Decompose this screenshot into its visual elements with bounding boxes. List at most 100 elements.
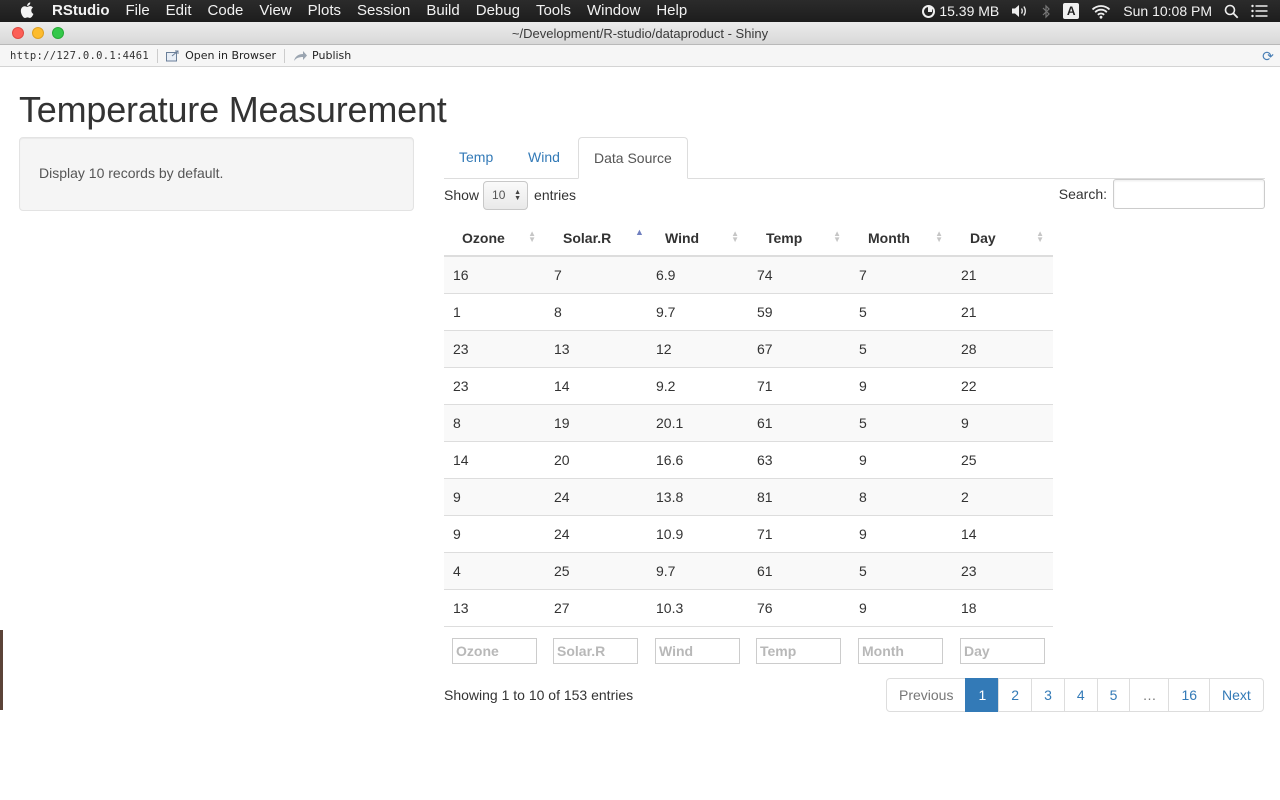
table-cell: 19 [545, 403, 647, 441]
column-header-solar-r[interactable]: Solar.R ▲ [545, 220, 647, 257]
table-row[interactable]: 1 8 9.7 59 5 21 [444, 292, 1053, 330]
menu-edit[interactable]: Edit [158, 0, 200, 22]
table-cell: 9.7 [647, 292, 748, 330]
filter-cell [647, 625, 748, 666]
pagination-page-1[interactable]: 1 [965, 678, 1000, 712]
open-in-browser-button[interactable]: Open in Browser [166, 49, 276, 62]
column-header-ozone[interactable]: Ozone ▲ ▼ [444, 220, 545, 257]
data-table: Ozone ▲ ▼ Solar.R ▲ Wind ▲ ▼ Temp ▲ ▼ Month ▲ ▼ D… [444, 220, 1053, 666]
filter-input-day[interactable] [960, 638, 1045, 664]
pagination-page-5[interactable]: 5 [1096, 678, 1131, 712]
pagination-page-4[interactable]: 4 [1063, 678, 1098, 712]
table-row[interactable]: 4 25 9.7 61 5 23 [444, 551, 1053, 589]
column-header-day[interactable]: Day ▲ ▼ [952, 220, 1053, 257]
menu-plots[interactable]: Plots [300, 0, 349, 22]
table-cell: 5 [850, 329, 952, 367]
pagination-next-button[interactable]: Next [1209, 678, 1264, 712]
menu-code[interactable]: Code [200, 0, 252, 22]
menu-build[interactable]: Build [418, 0, 467, 22]
column-header-label: Day [970, 229, 996, 246]
table-cell: 9 [850, 366, 952, 404]
table-cell: 1 [444, 292, 545, 330]
memory-status[interactable]: 15.39 MB [922, 3, 999, 19]
table-cell: 16 [444, 256, 545, 293]
table-row[interactable]: 14 20 16.6 63 9 25 [444, 440, 1053, 478]
volume-icon[interactable] [1011, 4, 1029, 18]
sort-both-icon: ▲ ▼ [833, 229, 841, 244]
table-cell: 14 [444, 440, 545, 478]
table-cell: 59 [748, 292, 850, 330]
search-input[interactable] [1113, 179, 1265, 209]
menu-window[interactable]: Window [579, 0, 648, 22]
filter-input-temp[interactable] [756, 638, 841, 664]
pagination-previous-button[interactable]: Previous [886, 678, 967, 712]
table-cell: 24 [545, 514, 647, 552]
table-cell: 5 [850, 292, 952, 330]
table-cell: 5 [850, 551, 952, 589]
table-info: Showing 1 to 10 of 153 entries [444, 687, 634, 703]
column-header-wind[interactable]: Wind ▲ ▼ [647, 220, 748, 257]
table-row[interactable]: 13 27 10.3 76 9 18 [444, 588, 1053, 626]
memory-icon [922, 4, 936, 18]
bluetooth-icon[interactable] [1041, 4, 1051, 19]
column-header-temp[interactable]: Temp ▲ ▼ [748, 220, 850, 257]
publish-button[interactable]: Publish [293, 49, 351, 62]
table-row[interactable]: 8 19 20.1 61 5 9 [444, 403, 1053, 441]
pagination: Previous 1 2 3 4 5 … 16 Next [886, 678, 1264, 712]
sort-ascending-icon: ▲ [635, 227, 644, 237]
table-row[interactable]: 23 13 12 67 5 28 [444, 329, 1053, 367]
table-cell: 5 [850, 403, 952, 441]
table-cell: 9 [952, 403, 1053, 441]
table-cell: 21 [952, 292, 1053, 330]
menu-rstudio[interactable]: RStudio [52, 0, 118, 22]
pagination-page-3[interactable]: 3 [1031, 678, 1065, 712]
notification-center-icon[interactable] [1251, 4, 1268, 18]
filter-input-solar-r[interactable] [553, 638, 638, 664]
table-cell: 8 [545, 292, 647, 330]
menu-file[interactable]: File [118, 0, 158, 22]
table-row[interactable]: 9 24 13.8 81 8 2 [444, 477, 1053, 515]
window-titlebar[interactable]: ~/Development/R-studio/dataproduct - Shi… [0, 22, 1280, 45]
tab-wind[interactable]: Wind [513, 137, 575, 179]
table-cell: 13 [444, 588, 545, 626]
filter-input-ozone[interactable] [452, 638, 537, 664]
filter-input-wind[interactable] [655, 638, 740, 664]
table-cell: 18 [952, 588, 1053, 626]
table-cell: 23 [444, 366, 545, 404]
menu-view[interactable]: View [251, 0, 299, 22]
tab-temp[interactable]: Temp [444, 137, 508, 179]
table-cell: 63 [748, 440, 850, 478]
filter-cell [545, 625, 647, 666]
pagination-page-2[interactable]: 2 [998, 678, 1033, 712]
menu-session[interactable]: Session [349, 0, 418, 22]
filter-cell [952, 625, 1053, 666]
tab-data-source[interactable]: Data Source [578, 137, 688, 179]
table-row[interactable]: 9 24 10.9 71 9 14 [444, 514, 1053, 552]
table-row[interactable]: 16 7 6.9 74 7 21 [444, 256, 1053, 293]
table-cell: 9 [850, 514, 952, 552]
tabset: Temp Wind Data Source [444, 137, 1265, 179]
pagination-page-16[interactable]: 16 [1168, 678, 1211, 712]
column-header-month[interactable]: Month ▲ ▼ [850, 220, 952, 257]
menubar-menu: RStudio File Edit Code View Plots Sessio… [52, 0, 695, 22]
apple-menu-icon[interactable] [20, 2, 34, 18]
spotlight-icon[interactable] [1224, 4, 1239, 19]
table-cell: 13.8 [647, 477, 748, 515]
table-cell: 2 [952, 477, 1053, 515]
menu-help[interactable]: Help [648, 0, 695, 22]
table-cell: 24 [545, 477, 647, 515]
input-source-icon[interactable]: A [1063, 3, 1080, 19]
table-cell: 74 [748, 256, 850, 293]
filter-input-month[interactable] [858, 638, 943, 664]
refresh-icon[interactable]: ⟳ [1260, 48, 1276, 64]
entries-per-page-select[interactable]: 10 ▲ ▼ [483, 180, 529, 210]
menu-debug[interactable]: Debug [468, 0, 528, 22]
wifi-icon[interactable] [1091, 4, 1111, 19]
app-url[interactable]: http://127.0.0.1:4461 [10, 50, 149, 62]
table-cell: 9.7 [647, 551, 748, 589]
table-header-row: Ozone ▲ ▼ Solar.R ▲ Wind ▲ ▼ Temp ▲ ▼ Month ▲ ▼ D… [444, 220, 1053, 257]
table-row[interactable]: 23 14 9.2 71 9 22 [444, 366, 1053, 404]
window-title: ~/Development/R-studio/dataproduct - Shi… [511, 26, 769, 41]
menu-tools[interactable]: Tools [528, 0, 579, 22]
clock[interactable]: Sun 10:08 PM [1123, 3, 1212, 19]
